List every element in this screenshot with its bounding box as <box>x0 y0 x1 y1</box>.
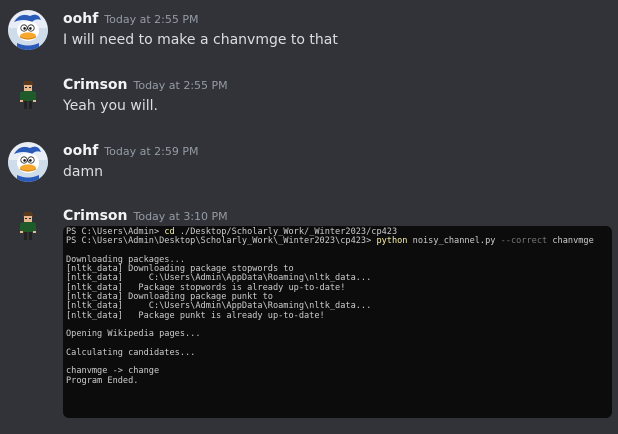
username[interactable]: Crimson <box>63 208 127 224</box>
timestamp: Today at 3:10 PM <box>133 210 228 223</box>
message-header: oohf Today at 2:55 PM <box>63 8 198 28</box>
terminal-prompt: PS C:\Users\Admin\Desktop\Scholarly_Work… <box>66 236 377 247</box>
message-text: damn <box>63 164 103 180</box>
duck-avatar-icon[interactable] <box>8 10 48 50</box>
terminal-output-line: [nltk_data] Package punkt is already up-… <box>66 310 325 321</box>
terminal-flag: --correct <box>500 236 548 247</box>
username[interactable]: Crimson <box>63 77 127 93</box>
username[interactable]: oohf <box>63 143 98 159</box>
terminal-output-line: chanvmge -> change <box>66 366 160 377</box>
message-header: oohf Today at 2:59 PM <box>63 140 198 160</box>
terminal-args: chanvmge <box>547 236 594 247</box>
terminal-output-line: Program Ended. <box>66 375 139 386</box>
pixel-character-avatar-icon[interactable] <box>8 207 48 247</box>
timestamp: Today at 2:55 PM <box>133 79 228 92</box>
pixel-character-avatar-icon[interactable] <box>8 76 48 116</box>
terminal-output-line: Calculating candidates... <box>66 347 196 358</box>
terminal-line: PS C:\Users\Admin\Desktop\Scholarly_Work… <box>66 237 612 246</box>
duck-avatar-icon[interactable] <box>8 142 48 182</box>
timestamp: Today at 2:55 PM <box>104 13 199 26</box>
terminal-command: python <box>376 236 408 247</box>
terminal-args: noisy_channel.py <box>407 236 501 247</box>
message-text: Yeah you will. <box>63 98 158 114</box>
message-text: I will need to make a chanvmge to that <box>63 32 338 48</box>
terminal-screenshot[interactable]: PS C:\Users\Admin> cd ./Desktop/Scholarl… <box>63 226 612 418</box>
message-header: Crimson Today at 2:55 PM <box>63 74 228 94</box>
message-header: Crimson Today at 3:10 PM <box>63 205 228 225</box>
timestamp: Today at 2:59 PM <box>104 145 199 158</box>
terminal-output-line: Opening Wikipedia pages... <box>66 329 201 340</box>
username[interactable]: oohf <box>63 11 98 27</box>
